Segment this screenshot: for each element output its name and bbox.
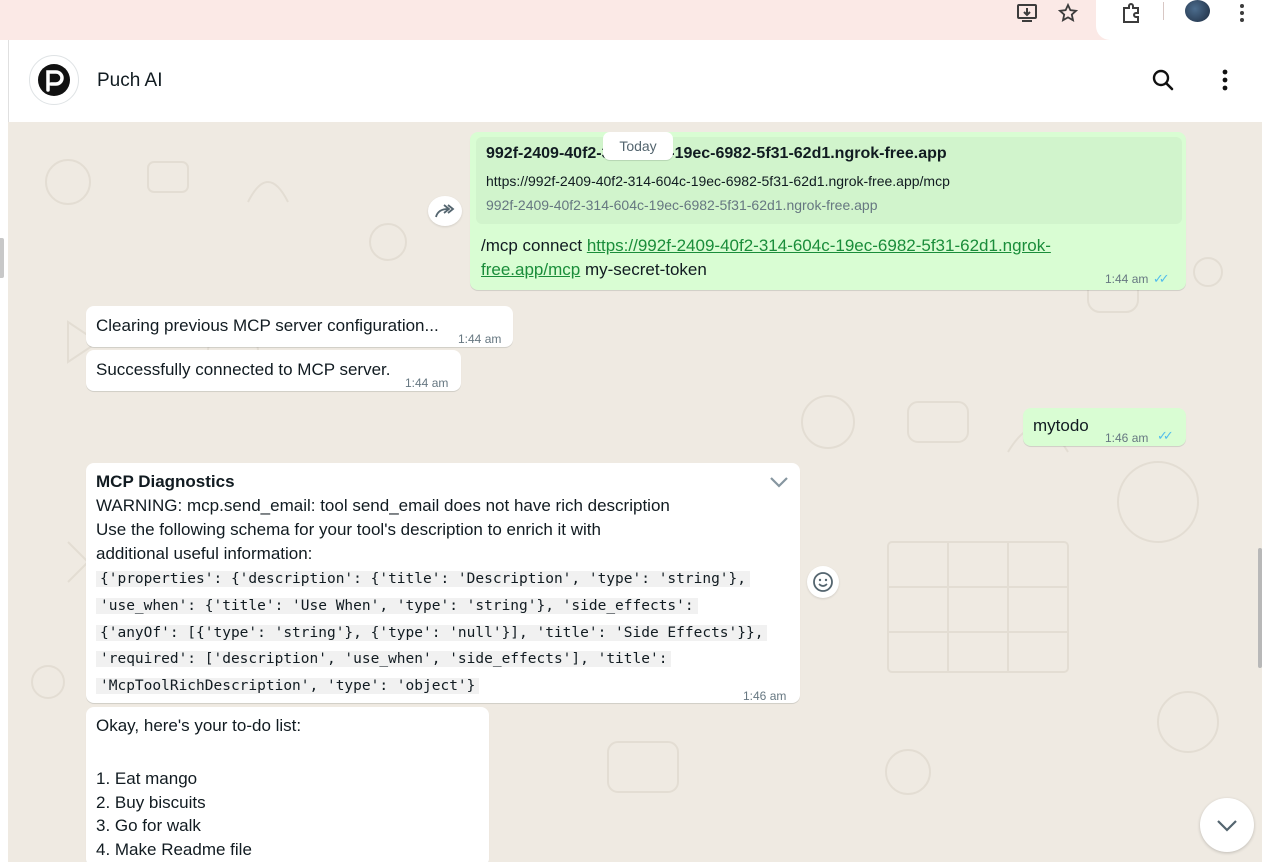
list-item: 4. Make Readme file (96, 839, 252, 859)
code-line: 'required': ['description', 'use_when', … (96, 651, 672, 668)
search-icon[interactable] (1145, 62, 1181, 98)
diagnostics-instruction-cont: additional useful information: (96, 544, 313, 563)
link-preview-card[interactable]: 992f-2409-40f2-314-604c-19ec-6982-5f31-6… (476, 137, 1182, 224)
diagnostics-code-block: {'properties': {'description': {'title':… (96, 566, 768, 700)
menu-icon[interactable] (1207, 62, 1243, 98)
message-incoming-clearing[interactable]: Clearing previous MCP server configurati… (86, 306, 513, 347)
connect-message-text: /mcp connect https://992f-2409-40f2-314-… (481, 234, 1121, 282)
code-line: {'anyOf': [{'type': 'string'}, {'type': … (96, 624, 768, 641)
todo-list: 1. Eat mango 2. Buy biscuits 3. Go for w… (96, 767, 252, 861)
star-icon[interactable] (1055, 0, 1081, 26)
panel-resize-handle[interactable] (0, 238, 4, 278)
todo-intro: Okay, here's your to-do list: (96, 716, 302, 735)
browser-menu-icon[interactable] (1229, 0, 1255, 26)
message-text: Clearing previous MCP server configurati… (96, 316, 439, 335)
chat-title: Puch AI (97, 70, 163, 91)
connect-meta: 1:44 am ✓✓ (1105, 270, 1170, 288)
list-item: 1. Eat mango (96, 769, 198, 788)
message-text: mytodo (1033, 416, 1089, 435)
scroll-down-icon[interactable] (1200, 798, 1254, 852)
code-line: 'use_when': {'title': 'Use When', 'type'… (96, 597, 698, 614)
install-icon[interactable] (1014, 0, 1040, 26)
message-time: 1:46 am (743, 689, 787, 703)
connect-command: /mcp connect (481, 236, 587, 255)
puch-logo[interactable] (29, 55, 79, 105)
message-time: 1:46 am (1105, 431, 1149, 445)
connect-token: my-secret-token (580, 260, 707, 279)
list-item: 3. Go for walk (96, 816, 201, 835)
message-time: 1:44 am (405, 376, 449, 390)
link-preview-domain: 992f-2409-40f2-314-604c-19ec-6982-5f31-6… (486, 197, 878, 213)
list-item: 2. Buy biscuits (96, 792, 206, 812)
scrollbar[interactable] (1258, 548, 1262, 668)
message-time: 1:44 am (458, 332, 502, 346)
left-panel-edge (0, 40, 8, 862)
read-ticks-icon: ✓✓ (1152, 271, 1170, 286)
forward-icon[interactable] (428, 196, 462, 226)
message-incoming-diagnostics[interactable]: MCP Diagnostics WARNING: mcp.send_email:… (86, 463, 800, 703)
connect-link-part1[interactable]: https://992f-2409-40f2-314-604c-19ec-698… (587, 236, 1051, 255)
date-divider: Today (603, 132, 673, 160)
message-text: Successfully connected to MCP server. (96, 360, 391, 379)
diagnostics-warning: WARNING: mcp.send_email: tool send_email… (96, 496, 670, 515)
toolbar-divider (1163, 2, 1164, 20)
code-line: 'McpToolRichDescription', 'type': 'objec… (96, 678, 480, 695)
message-incoming-todo[interactable]: Okay, here's your to-do list: 1. Eat man… (86, 707, 489, 862)
chevron-down-icon[interactable] (769, 475, 789, 494)
diagnostics-title: MCP Diagnostics (96, 472, 235, 491)
connect-link-part2[interactable]: free.app/mcp (481, 260, 580, 279)
code-line: {'properties': {'description': {'title':… (96, 571, 751, 587)
extensions-icon[interactable] (1118, 0, 1144, 26)
link-preview-title: 992f-2409-40f2-314-604c-19ec-6982-5f31-6… (486, 145, 947, 162)
emoji-icon[interactable] (807, 566, 839, 598)
message-incoming-connected[interactable]: Successfully connected to MCP server. 1:… (86, 350, 461, 391)
message-time: 1:44 am (1105, 272, 1149, 286)
chat-header: Puch AI (8, 40, 1262, 122)
browser-toolbar (0, 0, 1262, 40)
profile-avatar[interactable] (1185, 0, 1210, 22)
read-ticks-icon: ✓✓ (1157, 428, 1174, 443)
diagnostics-instruction: Use the following schema for your tool's… (96, 520, 601, 539)
message-outgoing-mytodo[interactable]: mytodo 1:46 am ✓✓ (1023, 408, 1186, 446)
link-preview-url: https://992f-2409-40f2-314-604c-19ec-698… (486, 173, 950, 189)
